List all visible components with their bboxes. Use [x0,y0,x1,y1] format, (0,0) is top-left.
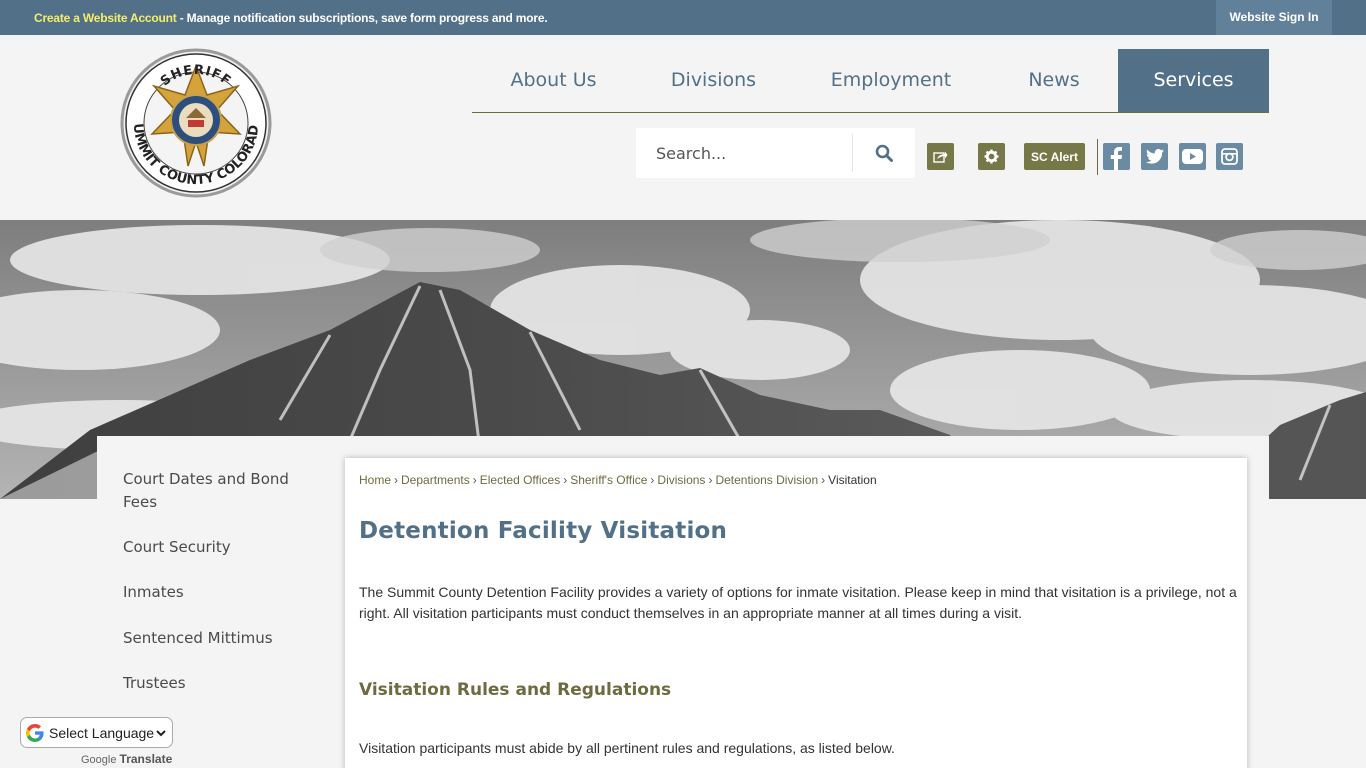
page-title: Detention Facility Visitation [359,518,728,544]
facebook-icon [1110,147,1122,170]
breadcrumb-elected-offices[interactable]: Elected Offices [480,473,560,487]
search-box [636,128,915,178]
main-nav: About Us Divisions Employment News Servi… [472,49,1269,113]
breadcrumb: Home › Departments › Elected Offices › Sheriff… [359,473,877,487]
breadcrumb-divisions[interactable]: Divisions [657,473,705,487]
nav-news[interactable]: News [990,49,1118,112]
site-header: SHERIFF SUMMIT COUNTY COLORADO About Us … [0,35,1366,220]
section-paragraph: Visitation participants must abide by al… [359,740,895,756]
language-select[interactable]: Select Language [20,717,173,748]
account-message: Create a Website Account - Manage notifi… [34,11,548,25]
website-sign-in-button[interactable]: Website Sign In [1216,0,1332,35]
nav-divisions[interactable]: Divisions [635,49,792,112]
gear-icon [984,149,999,164]
google-wordmark: Google [81,754,117,766]
breadcrumb-departments[interactable]: Departments [401,473,470,487]
main-content: Home › Departments › Elected Offices › Sheriff… [345,458,1247,768]
instagram-link[interactable] [1216,143,1243,170]
share-icon [933,151,948,163]
account-message-text: - Manage notification subscriptions, sav… [176,11,548,25]
breadcrumb-separator: › [708,473,713,487]
language-select-label: Select Language [49,724,155,741]
nav-services[interactable]: Services [1118,49,1269,112]
search-icon [875,144,893,162]
create-account-link[interactable]: Create a Website Account [34,11,177,25]
sidebar-item-court-dates[interactable]: Court Dates and Bond Fees [123,468,313,514]
chevron-down-icon [156,730,166,737]
youtube-link[interactable] [1179,143,1206,170]
breadcrumb-separator: › [472,473,477,487]
powered-by-google[interactable]: Google Translate [81,752,172,766]
breadcrumb-sheriffs-office[interactable]: Sheriff's Office [570,473,647,487]
sheriff-logo[interactable]: SHERIFF SUMMIT COUNTY COLORADO [114,37,272,198]
sc-alert-button[interactable]: SC Alert [1024,143,1085,170]
breadcrumb-current: Visitation [828,473,877,487]
search-button[interactable] [853,128,915,178]
youtube-icon [1182,149,1203,164]
translate-label: Translate [119,752,173,766]
twitter-icon [1145,149,1164,164]
breadcrumb-separator: › [821,473,826,487]
sidebar-item-court-security[interactable]: Court Security [123,536,313,559]
instagram-icon [1221,148,1238,165]
share-button[interactable] [927,143,954,170]
top-bar: Create a Website Account - Manage notifi… [0,0,1366,35]
breadcrumb-detentions-division[interactable]: Detentions Division [715,473,818,487]
sidebar-item-trustees[interactable]: Trustees [123,672,313,695]
search-input[interactable] [636,128,852,178]
nav-about-us[interactable]: About Us [472,49,635,112]
toolbar-divider [1097,139,1098,175]
google-g-icon [26,723,44,742]
nav-employment[interactable]: Employment [792,49,990,112]
intro-paragraph: The Summit County Detention Facility pro… [359,584,1237,621]
section-heading: Visitation Rules and Regulations [359,680,672,700]
settings-button[interactable] [978,143,1005,170]
breadcrumb-separator: › [650,473,655,487]
breadcrumb-home[interactable]: Home [359,473,391,487]
breadcrumb-separator: › [563,473,568,487]
twitter-link[interactable] [1141,143,1168,170]
breadcrumb-separator: › [394,473,399,487]
facebook-link[interactable] [1103,143,1130,170]
sidebar-item-inmates[interactable]: Inmates [123,581,313,604]
sidebar-item-sentenced-mittimus[interactable]: Sentenced Mittimus [123,627,313,650]
